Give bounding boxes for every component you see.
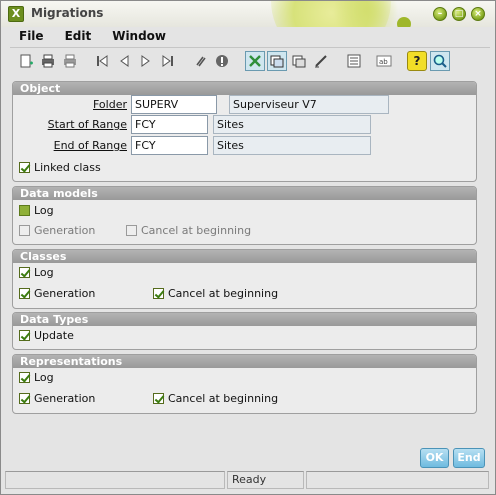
- folder-description: Superviseur V7: [229, 95, 389, 114]
- search-icon[interactable]: [430, 51, 450, 71]
- data-models-cancel-checkbox[interactable]: Cancel at beginning: [126, 224, 251, 237]
- new-icon[interactable]: [16, 51, 36, 71]
- start-range-field[interactable]: FCY: [131, 115, 208, 134]
- list-icon[interactable]: [344, 51, 364, 71]
- next-record-icon[interactable]: [136, 51, 156, 71]
- selection-icon[interactable]: [245, 51, 265, 71]
- data-models-header: Data models: [13, 187, 476, 200]
- representations-header: Representations: [13, 355, 476, 368]
- print-preview-icon[interactable]: [60, 51, 80, 71]
- menu-file[interactable]: File: [9, 28, 55, 44]
- representations-generation-checkbox[interactable]: Generation: [19, 392, 95, 405]
- start-range-description: Sites: [213, 115, 371, 134]
- maximize-button[interactable]: □: [452, 7, 466, 21]
- copy-window-icon[interactable]: [289, 51, 309, 71]
- window-icon[interactable]: [267, 51, 287, 71]
- disable-icon[interactable]: [212, 51, 232, 71]
- title-bar: X Migrations – □ ×: [1, 1, 495, 27]
- app-logo-icon: X: [8, 6, 24, 22]
- end-button[interactable]: End: [453, 448, 485, 468]
- status-cell-left: [5, 471, 225, 489]
- menu-edit[interactable]: Edit: [55, 28, 103, 44]
- representations-cancel-checkbox[interactable]: Cancel at beginning: [153, 392, 278, 405]
- window-title: Migrations: [31, 6, 104, 20]
- data-models-generation-checkbox[interactable]: Generation: [19, 224, 95, 237]
- edit-text-icon[interactable]: [311, 51, 331, 71]
- print-icon[interactable]: [38, 51, 58, 71]
- object-header: Object: [13, 82, 476, 95]
- representations-log-checkbox[interactable]: Log: [19, 371, 54, 384]
- help-icon[interactable]: ?: [407, 51, 427, 71]
- representations-section: Representations: [12, 354, 477, 414]
- folder-field[interactable]: SUPERV: [131, 95, 217, 114]
- status-text: Ready: [227, 471, 304, 489]
- data-types-update-checkbox[interactable]: Update: [19, 329, 74, 342]
- end-range-label[interactable]: End of Range: [31, 139, 127, 152]
- data-types-section: Data Types: [12, 312, 477, 350]
- last-record-icon[interactable]: [158, 51, 178, 71]
- linked-class-checkbox[interactable]: Linked class: [19, 161, 101, 174]
- folder-label[interactable]: Folder: [61, 98, 127, 111]
- data-types-header: Data Types: [13, 313, 476, 326]
- classes-section: Classes: [12, 249, 477, 309]
- classes-log-checkbox[interactable]: Log: [19, 266, 54, 279]
- status-bar: Ready: [5, 471, 489, 489]
- svg-text:ab: ab: [379, 58, 388, 66]
- end-range-field[interactable]: FCY: [131, 136, 208, 155]
- minimize-button[interactable]: –: [433, 7, 447, 21]
- status-cell-right: [306, 471, 489, 489]
- first-record-icon[interactable]: [92, 51, 112, 71]
- previous-record-icon[interactable]: [114, 51, 134, 71]
- start-range-label[interactable]: Start of Range: [31, 118, 127, 131]
- toolbar: ab ?: [10, 47, 490, 73]
- migrations-window: X Migrations – □ × File Edit Window ab ?…: [0, 0, 496, 495]
- classes-header: Classes: [13, 250, 476, 263]
- classes-cancel-checkbox[interactable]: Cancel at beginning: [153, 287, 278, 300]
- close-button[interactable]: ×: [471, 7, 485, 21]
- menu-bar: File Edit Window: [9, 28, 489, 44]
- classes-generation-checkbox[interactable]: Generation: [19, 287, 95, 300]
- menu-window[interactable]: Window: [102, 28, 177, 44]
- ok-button[interactable]: OK: [420, 448, 449, 468]
- text-field-icon[interactable]: ab: [374, 51, 394, 71]
- data-models-log-checkbox[interactable]: Log: [19, 204, 54, 217]
- attach-icon[interactable]: [190, 51, 210, 71]
- end-range-description: Sites: [213, 136, 371, 155]
